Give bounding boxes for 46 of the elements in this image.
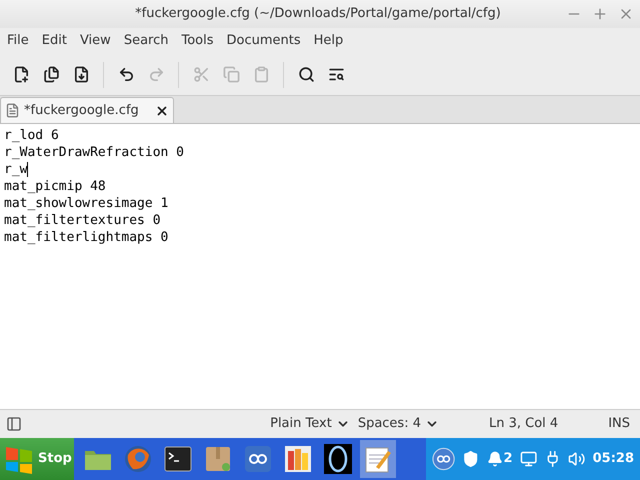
menu-item[interactable]: View [74,31,116,51]
sidebar-toggle-icon[interactable] [6,416,22,432]
volume-icon[interactable] [568,450,586,468]
insert-mode: INS [608,415,630,434]
menu-item[interactable]: Edit [36,31,72,51]
notepad-icon [364,445,392,473]
close-icon[interactable] [155,104,169,118]
menu-item[interactable]: Tools [176,31,219,51]
paste-icon [252,66,270,83]
chart-document-icon [284,445,312,473]
code-line: mat_filtertextures 0 [4,212,161,229]
cut-icon [192,66,210,83]
redo-icon [148,66,164,83]
new-file-icon [12,66,30,83]
package-icon [204,445,232,473]
terminal-icon [164,446,192,472]
ring-icon [324,444,352,474]
globe-icon [124,445,152,473]
tab-label: *fuckergoogle.cfg [24,102,140,120]
display-icon[interactable] [520,450,537,468]
maximize-icon[interactable] [592,6,608,22]
language-dropdown[interactable]: Plain Text [270,414,350,434]
code-line: r_lod 6 [4,127,59,144]
indent-dropdown[interactable]: Spaces: 4 [358,414,439,434]
window-title: *fuckergoogle.cfg (~/Downloads/Portal/game/portal/cfg) [134,5,502,24]
code-line: mat_picmip 48 [4,178,106,195]
open-file-icon [42,66,60,83]
menu-item[interactable]: File [2,31,34,51]
code-line: mat_showlowresimage 1 [4,195,168,212]
menu-item[interactable]: Search [118,31,174,51]
search-icon [298,66,314,83]
code-line: mat_filterlightmaps 0 [4,229,168,246]
menu-item[interactable]: Documents [222,31,306,51]
cursor-position: Ln 3, Col 4 [488,415,558,434]
start-button[interactable]: Stop [0,438,74,480]
menu-item[interactable]: Help [308,31,348,51]
save-file-icon [72,66,90,83]
search-text-icon [328,66,344,83]
text-editor[interactable]: r_lod 6 r_WaterDrawRefraction 0 r_w mat_picmip 48 mat_showlowresimage 1 mat_filtertextures 0 mat_filterlightmaps 0 [0,124,640,409]
document-icon [5,103,20,118]
document-tab[interactable]: *fuckergoogle.cfg [0,97,174,123]
code-line: r_WaterDrawRefraction 0 [4,144,184,161]
undo-icon [118,66,134,83]
shield-icon[interactable] [462,450,480,468]
code-line: r_w [4,161,28,178]
copy-icon [222,66,240,83]
